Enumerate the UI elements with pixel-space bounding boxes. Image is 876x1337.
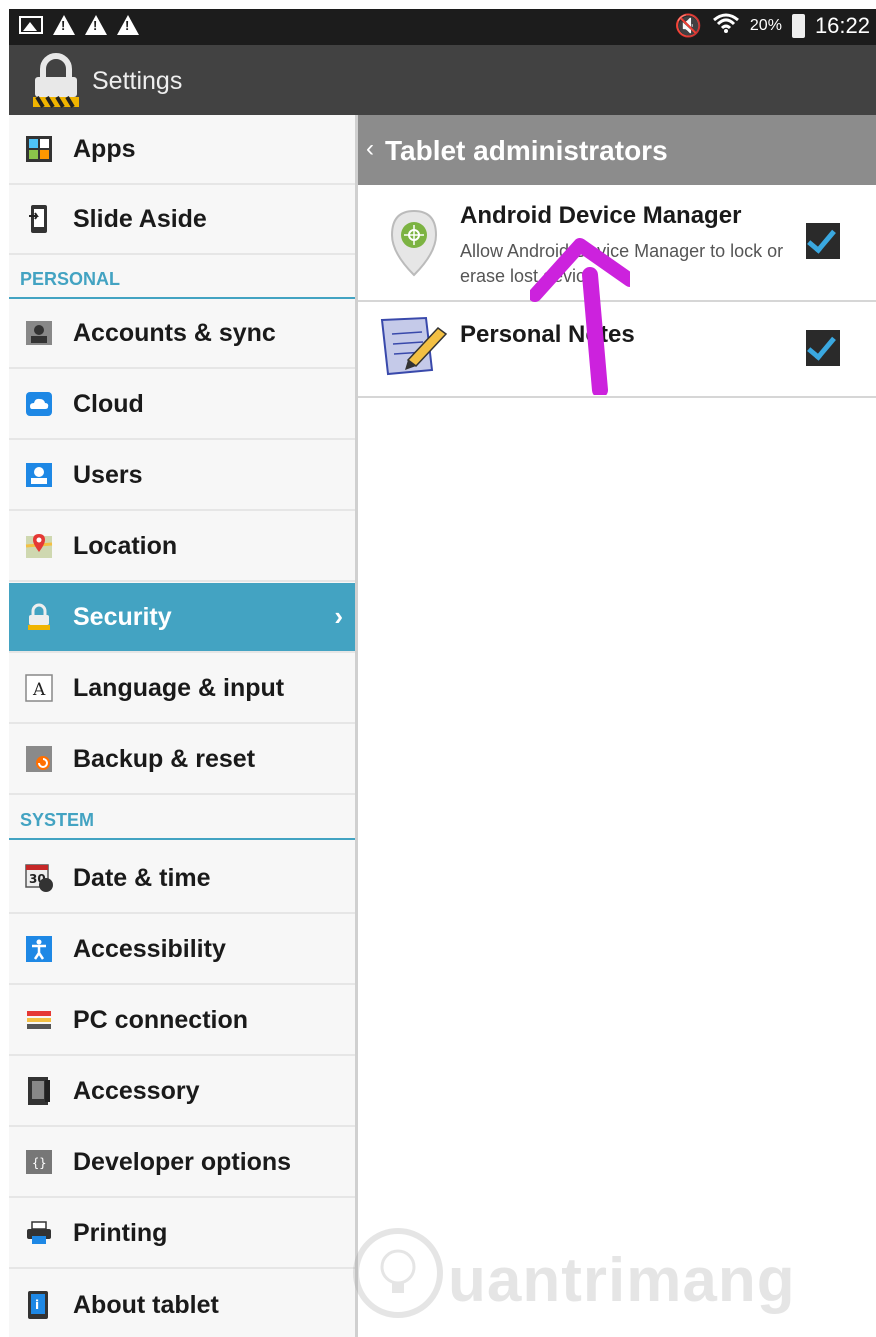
menu-item-label: Accessibility (73, 934, 226, 963)
menu-item-label: Developer options (73, 1147, 292, 1176)
personal-notes-icon (380, 316, 448, 376)
settings-menu: Apps Slide Aside PERSONAL Accounts & syn… (9, 115, 355, 1337)
users-icon (24, 460, 54, 490)
menu-item-label: Cloud (73, 389, 144, 418)
annotation-arrow (530, 238, 630, 395)
detail-title: Tablet administrators (385, 135, 668, 166)
menu-item-label: About tablet (73, 1290, 219, 1319)
warning-icon (117, 15, 139, 35)
section-header-personal: PERSONAL (9, 255, 355, 299)
menu-item-accounts-sync[interactable]: Accounts & sync (9, 299, 355, 369)
menu-item-accessory[interactable]: Accessory (9, 1057, 355, 1127)
mute-icon: 🔇 (674, 13, 702, 38)
svg-text:i: i (35, 1298, 39, 1312)
menu-item-slide-aside[interactable]: Slide Aside (9, 185, 355, 255)
about-tablet-icon: i (24, 1290, 54, 1320)
admin-enabled-checkbox[interactable] (806, 330, 840, 366)
menu-item-security[interactable]: Security › (9, 583, 355, 653)
menu-item-location[interactable]: Location (9, 512, 355, 582)
slide-aside-icon (24, 204, 54, 234)
menu-item-printing[interactable]: Printing (9, 1199, 355, 1269)
back-chevron-icon[interactable]: ‹ (366, 135, 374, 163)
watermark-text: uantrimang (448, 1246, 796, 1315)
menu-item-label: Slide Aside (73, 204, 207, 233)
warning-icon (53, 15, 75, 35)
battery-icon (791, 14, 805, 38)
section-header-label: SYSTEM (20, 810, 95, 830)
menu-item-label: Language & input (73, 673, 285, 702)
action-bar: Settings (9, 45, 876, 115)
app-title: Settings (92, 67, 183, 95)
settings-lock-icon (33, 53, 79, 109)
accessibility-icon (24, 934, 54, 964)
menu-item-backup-reset[interactable]: Backup & reset (9, 725, 355, 795)
menu-item-date-time[interactable]: 30 Date & time (9, 844, 355, 914)
printer-icon (24, 1218, 54, 1248)
lightbulb-logo-icon (353, 1228, 443, 1318)
menu-item-label: Accessory (73, 1076, 200, 1105)
accounts-icon (24, 318, 54, 348)
menu-item-label: Location (73, 531, 178, 560)
section-header-system: SYSTEM (9, 796, 355, 840)
warning-icon (85, 15, 107, 35)
calendar-clock-icon: 30 (24, 863, 54, 893)
security-lock-icon (24, 602, 54, 632)
cloud-icon (24, 389, 54, 419)
admin-name: Android Device Manager (460, 202, 742, 229)
android-device-manager-icon (390, 209, 438, 277)
clock: 16:22 (814, 13, 870, 38)
menu-item-about-tablet[interactable]: i About tablet (9, 1270, 355, 1337)
watermark: uantrimang (350, 1215, 876, 1337)
developer-icon: {} (24, 1147, 54, 1177)
menu-item-label: Date & time (73, 863, 211, 892)
svg-text:{}: {} (32, 1156, 46, 1170)
menu-item-label: Accounts & sync (73, 318, 276, 347)
screenshot-notification-icon (19, 16, 43, 34)
menu-item-label: Apps (73, 134, 136, 163)
status-bar: 🔇 20% 16:22 (9, 9, 876, 45)
menu-item-users[interactable]: Users (9, 441, 355, 511)
menu-item-label: Security (73, 602, 172, 631)
apps-icon (24, 134, 54, 164)
pc-connection-icon (24, 1005, 54, 1035)
accessory-icon (24, 1076, 54, 1106)
menu-item-language-input[interactable]: A Language & input (9, 654, 355, 724)
menu-item-label: Printing (73, 1218, 168, 1247)
menu-item-accessibility[interactable]: Accessibility (9, 915, 355, 985)
battery-percent: 20% (749, 17, 782, 34)
location-icon (24, 531, 54, 561)
menu-item-developer-options[interactable]: {} Developer options (9, 1128, 355, 1198)
menu-item-apps[interactable]: Apps (9, 115, 355, 185)
menu-item-cloud[interactable]: Cloud (9, 370, 355, 440)
menu-item-label: Users (73, 460, 143, 489)
menu-item-pc-connection[interactable]: PC connection (9, 986, 355, 1056)
admin-enabled-checkbox[interactable] (806, 223, 840, 259)
section-header-label: PERSONAL (20, 269, 121, 289)
menu-item-label: Backup & reset (73, 744, 256, 773)
svg-text:A: A (32, 680, 46, 700)
chevron-right-icon: › (334, 601, 343, 631)
wifi-icon (712, 12, 740, 40)
menu-item-label: PC connection (73, 1005, 249, 1034)
language-icon: A (24, 673, 54, 703)
detail-header: ‹ Tablet administrators (358, 115, 876, 185)
backup-icon (24, 744, 54, 774)
